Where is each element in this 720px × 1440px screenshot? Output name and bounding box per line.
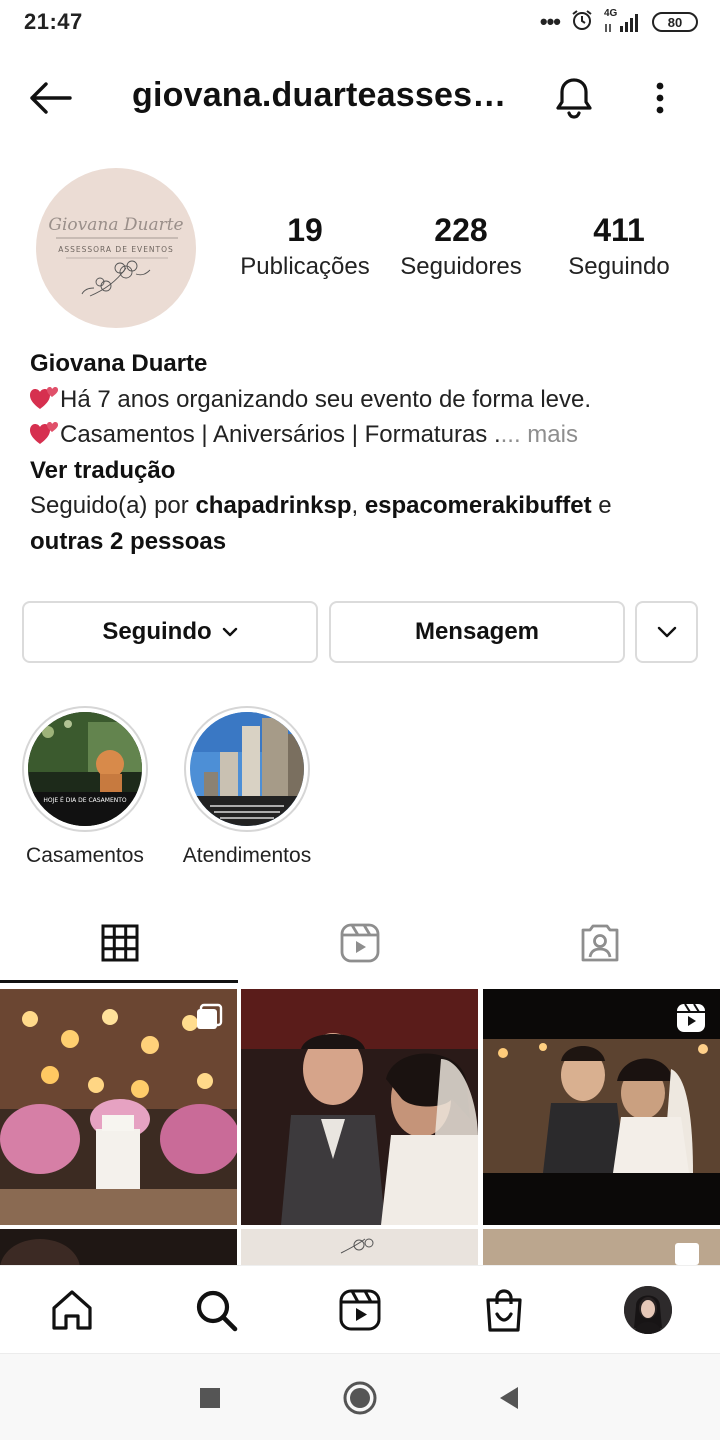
- recent-apps-button[interactable]: [188, 1376, 232, 1420]
- following-button[interactable]: Seguindo: [22, 601, 318, 663]
- message-label: Mensagem: [414, 618, 540, 645]
- tagged-icon: [581, 924, 619, 962]
- page-title: giovana.duarteassessoria: [132, 76, 512, 114]
- profile-tabs: [0, 902, 720, 984]
- post-thumbnail[interactable]: [241, 989, 478, 1225]
- more-vertical-icon: [656, 82, 664, 114]
- chevron-down-icon: [222, 627, 237, 637]
- nav-profile[interactable]: [618, 1282, 678, 1338]
- search-icon: [196, 1290, 238, 1332]
- bell-icon: [556, 78, 592, 119]
- profile-avatar: [624, 1286, 672, 1334]
- highlight-atendimentos[interactable]: Atendimentos: [163, 706, 331, 868]
- triangle-back-icon: [500, 1387, 518, 1409]
- svg-text:Giovana Duarte: Giovana Duarte: [48, 215, 183, 235]
- stat-seguidores[interactable]: 228 Seguidores: [386, 210, 536, 284]
- stat-label: Seguindo: [568, 253, 670, 280]
- stat-label: Seguidores: [400, 253, 522, 280]
- post-thumbnail[interactable]: [241, 1229, 478, 1265]
- two-hearts-icon: [30, 422, 58, 444]
- followed-by[interactable]: Seguido(a) por chapadrinksp, espacomerak…: [30, 488, 700, 559]
- profile-stats: 19 Publicações 228 Seguidores 411 Seguin…: [228, 210, 688, 290]
- highlight-ring: [184, 706, 310, 832]
- nav-reels[interactable]: [330, 1282, 390, 1338]
- highlight-ring: HOJE É DIA DE CASAMENTO: [22, 706, 148, 832]
- post-thumbnail[interactable]: [0, 1229, 237, 1265]
- stat-value: 411: [593, 212, 645, 248]
- more-notifications-icon: •••: [539, 9, 561, 34]
- more-link[interactable]: ... mais: [501, 421, 578, 448]
- system-navigation-bar: [0, 1353, 720, 1440]
- translate-link[interactable]: Ver tradução: [30, 453, 700, 489]
- carousel-icon: [197, 1003, 223, 1029]
- profile-avatar[interactable]: Giovana Duarte ASSESSORA DE EVENTOS: [36, 168, 196, 328]
- square-icon: [200, 1388, 220, 1408]
- logo-image: Giovana Duarte ASSESSORA DE EVENTOS: [48, 215, 184, 297]
- tab-tagged[interactable]: [480, 902, 720, 984]
- profile-bio: Giovana Duarte Há 7 anos organizando seu…: [30, 346, 700, 559]
- message-button[interactable]: Mensagem: [329, 601, 625, 663]
- notifications-button[interactable]: [548, 72, 600, 124]
- chevron-down-icon: [657, 626, 676, 638]
- stat-value: 19: [287, 212, 323, 248]
- reels-icon: [339, 1289, 381, 1331]
- highlight-cover: HOJE É DIA DE CASAMENTO: [28, 712, 142, 826]
- highlight-label: Atendimentos: [182, 844, 312, 867]
- profile-header: giovana.duarteassessoria: [0, 60, 720, 136]
- nav-home[interactable]: [42, 1282, 102, 1338]
- highlight-cover: [190, 712, 304, 826]
- bio-line: Casamentos | Aniversários | Formaturas .…: [30, 417, 700, 453]
- bottom-navigation: [0, 1265, 720, 1353]
- arrow-left-icon: [30, 82, 72, 114]
- highlight-label: Casamentos: [26, 844, 144, 867]
- active-tab-indicator: [0, 980, 238, 983]
- home-icon: [52, 1290, 92, 1330]
- reels-icon: [677, 1003, 705, 1032]
- status-time: 21:47: [24, 9, 83, 34]
- stat-value: 228: [434, 212, 488, 248]
- nav-shop[interactable]: [474, 1282, 534, 1338]
- status-icons: ••• 4G 80: [540, 8, 698, 36]
- tab-reels[interactable]: [240, 902, 480, 984]
- post-thumbnail[interactable]: [483, 1229, 720, 1265]
- svg-text:HOJE É DIA DE CASAMENTO: HOJE É DIA DE CASAMENTO: [43, 796, 127, 804]
- profile-name: Giovana Duarte: [30, 350, 208, 377]
- status-bar: 21:47 ••• 4G 80: [0, 0, 720, 46]
- suggested-accounts-button[interactable]: [635, 601, 698, 663]
- post-thumbnail[interactable]: [483, 989, 720, 1225]
- signal-icon: 4G: [604, 8, 642, 34]
- shop-icon: [486, 1289, 522, 1332]
- svg-text:ASSESSORA DE EVENTOS: ASSESSORA DE EVENTOS: [58, 245, 174, 254]
- stat-label: Publicações: [240, 253, 370, 280]
- options-button[interactable]: [636, 72, 684, 124]
- bio-line: Há 7 anos organizando seu evento de form…: [30, 382, 700, 418]
- stat-seguindo[interactable]: 411 Seguindo: [550, 210, 688, 284]
- grid-icon: [101, 924, 139, 962]
- highlight-casamentos[interactable]: HOJE É DIA DE CASAMENTO Casamentos: [1, 706, 169, 868]
- battery-icon: 80: [652, 12, 698, 32]
- reels-icon: [340, 923, 380, 963]
- posts-grid: [0, 989, 720, 1265]
- circle-icon: [343, 1381, 377, 1415]
- back-nav-button[interactable]: [486, 1376, 530, 1420]
- tab-posts[interactable]: [0, 902, 240, 984]
- nav-search[interactable]: [186, 1282, 246, 1338]
- stat-publicacoes[interactable]: 19 Publicações: [228, 210, 382, 284]
- two-hearts-icon: [30, 386, 58, 409]
- home-button[interactable]: [338, 1376, 382, 1420]
- back-button[interactable]: [22, 74, 78, 122]
- post-thumbnail[interactable]: [0, 989, 237, 1225]
- alarm-icon: [570, 8, 594, 37]
- following-label: Seguindo: [102, 618, 212, 645]
